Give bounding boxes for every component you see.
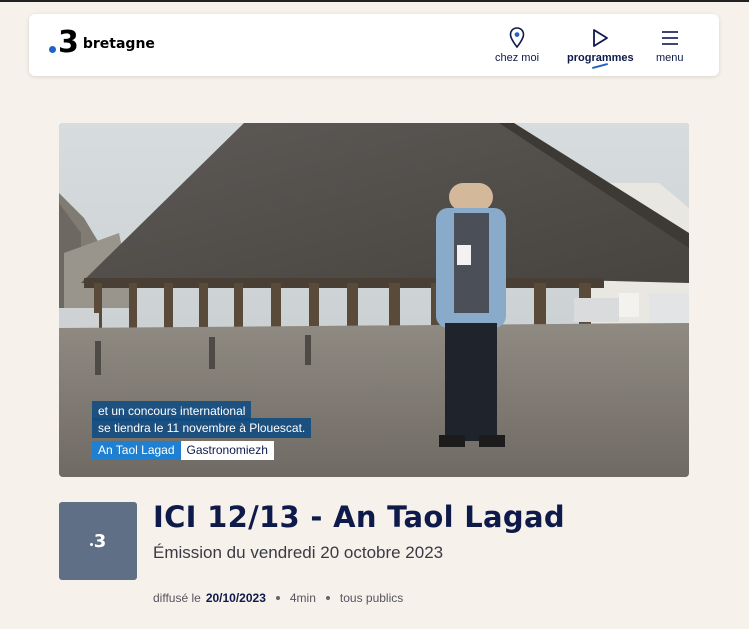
location-pin-icon <box>509 26 525 50</box>
hamburger-menu-icon <box>661 26 679 50</box>
broadcast-date: 20/10/2023 <box>205 591 266 605</box>
logo-number: 3 <box>58 25 79 60</box>
play-icon <box>591 26 609 50</box>
program-thumbnail[interactable]: 3 <box>59 502 137 580</box>
audience-rating: tous publics <box>339 591 404 605</box>
nav-menu-label: menu <box>656 52 684 64</box>
duration: 4min <box>289 591 316 605</box>
video-tags: An Taol Lagad Gastronomiezh <box>92 441 274 460</box>
nav-programmes[interactable]: programmes <box>567 26 634 70</box>
video-subtitle-line2: se tiendra le 11 novembre à Plouescat. <box>92 418 312 438</box>
logo-region-text: bretagne <box>82 36 155 52</box>
logo-dot <box>49 45 56 53</box>
nav-chez-moi-label: chez moi <box>495 52 540 64</box>
nav-programmes-label: programmes <box>567 52 634 64</box>
nav-chez-moi[interactable]: chez moi <box>495 26 539 64</box>
broadcast-prefix: diffusé le <box>153 591 201 605</box>
topic-tag: Gastronomiezh <box>180 441 274 460</box>
program-subtitle: Émission du vendredi 20 octobre 2023 <box>153 543 444 562</box>
meta-separator <box>275 596 280 600</box>
video-player[interactable]: et un concours international se tiendra … <box>59 123 689 477</box>
france3-bretagne-logo[interactable]: 3 bretagne <box>49 28 155 58</box>
thumb-logo-dot <box>89 542 93 546</box>
meta-separator <box>325 596 330 600</box>
program-meta: diffusé le 20/10/2023 4min tous publics <box>153 591 403 605</box>
nav-menu[interactable]: menu <box>656 26 684 64</box>
program-title: ICI 12/13 - An Taol Lagad <box>153 500 565 534</box>
show-tag: An Taol Lagad <box>92 441 181 460</box>
thumb-logo-number: 3 <box>93 530 107 552</box>
site-header: 3 bretagne chez moi programmes menu <box>29 14 719 76</box>
